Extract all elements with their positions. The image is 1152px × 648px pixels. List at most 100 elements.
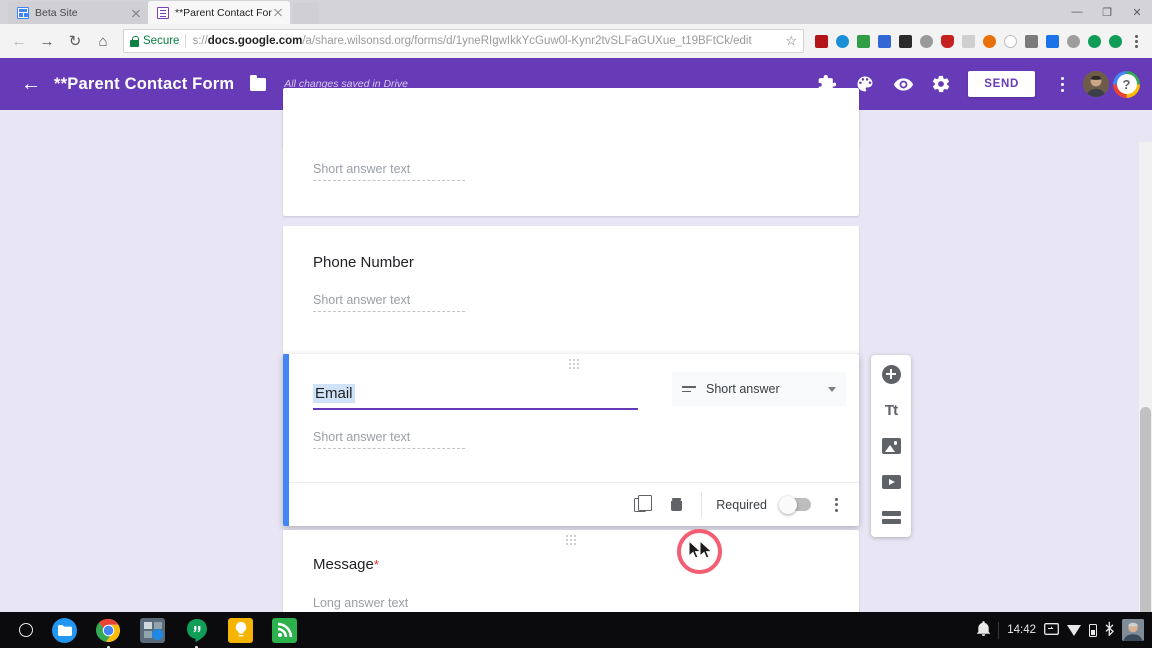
- extension-power-green-icon[interactable]: [1084, 31, 1104, 51]
- cast-icon[interactable]: [1044, 622, 1059, 638]
- question-title[interactable]: Phone Number: [313, 254, 859, 271]
- add-image-icon[interactable]: [880, 435, 902, 457]
- divider: [998, 621, 1000, 639]
- extension-green-exit-icon[interactable]: [853, 31, 873, 51]
- extension-grey-clock-icon[interactable]: [1000, 31, 1020, 51]
- send-button[interactable]: SEND: [968, 71, 1035, 97]
- form-scroll-area: Short answer text Phone Number Short ans…: [0, 88, 1152, 612]
- url-text: s://docs.google.com/a/share.wilsonsd.org…: [192, 35, 752, 47]
- question-card-footer: Required: [289, 482, 859, 526]
- extension-blue-target-icon[interactable]: [832, 31, 852, 51]
- preview-eye-icon[interactable]: [886, 67, 920, 101]
- folder-icon[interactable]: [250, 74, 267, 91]
- question-card-email[interactable]: Email Short answer text Short answer Req: [283, 354, 859, 526]
- extension-red-film-icon[interactable]: [811, 31, 831, 51]
- drag-handle-icon[interactable]: [289, 359, 859, 361]
- new-tab-button[interactable]: [293, 3, 319, 24]
- home-icon[interactable]: ⌂: [90, 28, 116, 54]
- minimize-icon[interactable]: —: [1062, 0, 1092, 24]
- wifi-icon[interactable]: [1067, 624, 1081, 636]
- extension-power-grey-icon[interactable]: [1063, 31, 1083, 51]
- question-card-message[interactable]: Message* Long answer text: [283, 530, 859, 612]
- maximize-icon[interactable]: ❐: [1092, 0, 1122, 24]
- window-controls: — ❐ ✕: [1062, 0, 1152, 24]
- more-options-icon[interactable]: [825, 494, 847, 516]
- extension-red-shield-icon[interactable]: [937, 31, 957, 51]
- forward-icon[interactable]: →: [34, 28, 60, 54]
- tab-strip: Beta Site **Parent Contact Form — ❐ ✕: [0, 0, 1152, 24]
- question-type-label: Short answer: [706, 382, 780, 396]
- question-card-partial[interactable]: Short answer text: [283, 88, 859, 216]
- security-label: Secure: [143, 35, 180, 47]
- extension-grey-bars-icon[interactable]: [958, 31, 978, 51]
- required-marker: *: [373, 557, 379, 572]
- form-title[interactable]: **Parent Contact Form: [54, 75, 234, 94]
- bluetooth-icon[interactable]: [1105, 621, 1114, 639]
- user-avatar[interactable]: [1083, 71, 1109, 97]
- reload-icon[interactable]: ↻: [62, 28, 88, 54]
- chromeos-shelf: 14:42: [0, 612, 1152, 648]
- add-item-toolbar: Tt: [871, 355, 911, 537]
- extension-cast-icon[interactable]: [1021, 31, 1041, 51]
- tab-title: **Parent Contact Form: [175, 6, 272, 19]
- close-window-icon[interactable]: ✕: [1122, 0, 1152, 24]
- duplicate-icon[interactable]: [629, 494, 652, 516]
- close-icon[interactable]: [130, 7, 142, 19]
- bookmark-star-icon[interactable]: ☆: [779, 33, 797, 49]
- user-avatar[interactable]: [1122, 619, 1144, 641]
- add-question-icon[interactable]: [880, 363, 902, 385]
- delete-icon[interactable]: [665, 494, 687, 516]
- extension-blue-wave-icon[interactable]: [874, 31, 894, 51]
- divider: [701, 491, 703, 518]
- system-tray[interactable]: 14:42: [977, 619, 1152, 641]
- extension-blue-v-icon[interactable]: [1042, 31, 1062, 51]
- screen: Beta Site **Parent Contact Form — ❐ ✕ ← …: [0, 0, 1152, 648]
- extension-orange-flame-icon[interactable]: [979, 31, 999, 51]
- keep-app-icon[interactable]: [228, 617, 253, 643]
- settings-gear-icon[interactable]: [924, 67, 958, 101]
- answer-placeholder: Long answer text: [313, 596, 465, 612]
- extension-history-undo-icon[interactable]: [916, 31, 936, 51]
- chrome-app-icon[interactable]: [96, 618, 121, 648]
- question-title[interactable]: Message: [313, 556, 374, 573]
- extension-green-badge-icon[interactable]: [1105, 31, 1125, 51]
- back-arrow-icon[interactable]: ←: [12, 65, 50, 103]
- clock[interactable]: 14:42: [1007, 624, 1036, 636]
- chrome-menu-icon[interactable]: [1126, 30, 1146, 52]
- hangouts-app-icon[interactable]: [184, 618, 209, 648]
- app-bar-actions: SEND ?: [810, 67, 1140, 101]
- help-icon[interactable]: ?: [1113, 70, 1140, 98]
- divider: [185, 34, 187, 48]
- chrome-browser-window: Beta Site **Parent Contact Form — ❐ ✕ ← …: [0, 0, 1152, 637]
- notification-bell-icon[interactable]: [977, 621, 991, 639]
- files-app-icon[interactable]: [52, 617, 77, 643]
- add-section-icon[interactable]: [880, 507, 902, 529]
- feedly-app-icon[interactable]: [272, 617, 297, 643]
- scrollbar-thumb[interactable]: [1140, 407, 1151, 637]
- add-title-icon[interactable]: Tt: [880, 399, 902, 421]
- extension-qr-code-icon[interactable]: [895, 31, 915, 51]
- question-title-input[interactable]: Email: [313, 384, 355, 403]
- launcher-button[interactable]: [0, 623, 52, 637]
- add-video-icon[interactable]: [880, 471, 902, 493]
- browser-tab-parent-contact-form[interactable]: **Parent Contact Form: [148, 1, 290, 24]
- back-icon[interactable]: ←: [6, 28, 32, 54]
- more-options-icon[interactable]: [1045, 67, 1079, 101]
- classroom-app-icon[interactable]: [140, 617, 165, 643]
- browser-tab-beta-site[interactable]: Beta Site: [8, 2, 148, 24]
- vertical-scrollbar[interactable]: [1139, 142, 1152, 637]
- browser-toolbar: ← → ↻ ⌂ Secure s://docs.google.com/a/sha…: [0, 24, 1152, 58]
- address-bar[interactable]: Secure s://docs.google.com/a/share.wilso…: [123, 29, 804, 53]
- required-toggle[interactable]: [779, 495, 811, 514]
- lock-icon: [130, 35, 139, 47]
- tab-title: Beta Site: [35, 7, 78, 19]
- title-underline: [313, 408, 638, 410]
- short-answer-icon: [682, 384, 696, 394]
- answer-placeholder: Short answer text: [313, 162, 465, 181]
- close-icon[interactable]: [272, 7, 284, 19]
- battery-icon[interactable]: [1089, 623, 1097, 637]
- google-forms-app: ← **Parent Contact Form All changes save…: [0, 58, 1152, 612]
- drag-handle-icon[interactable]: [283, 535, 859, 537]
- question-type-select[interactable]: Short answer: [672, 372, 846, 406]
- question-card-phone-number[interactable]: Phone Number Short answer text: [283, 226, 859, 354]
